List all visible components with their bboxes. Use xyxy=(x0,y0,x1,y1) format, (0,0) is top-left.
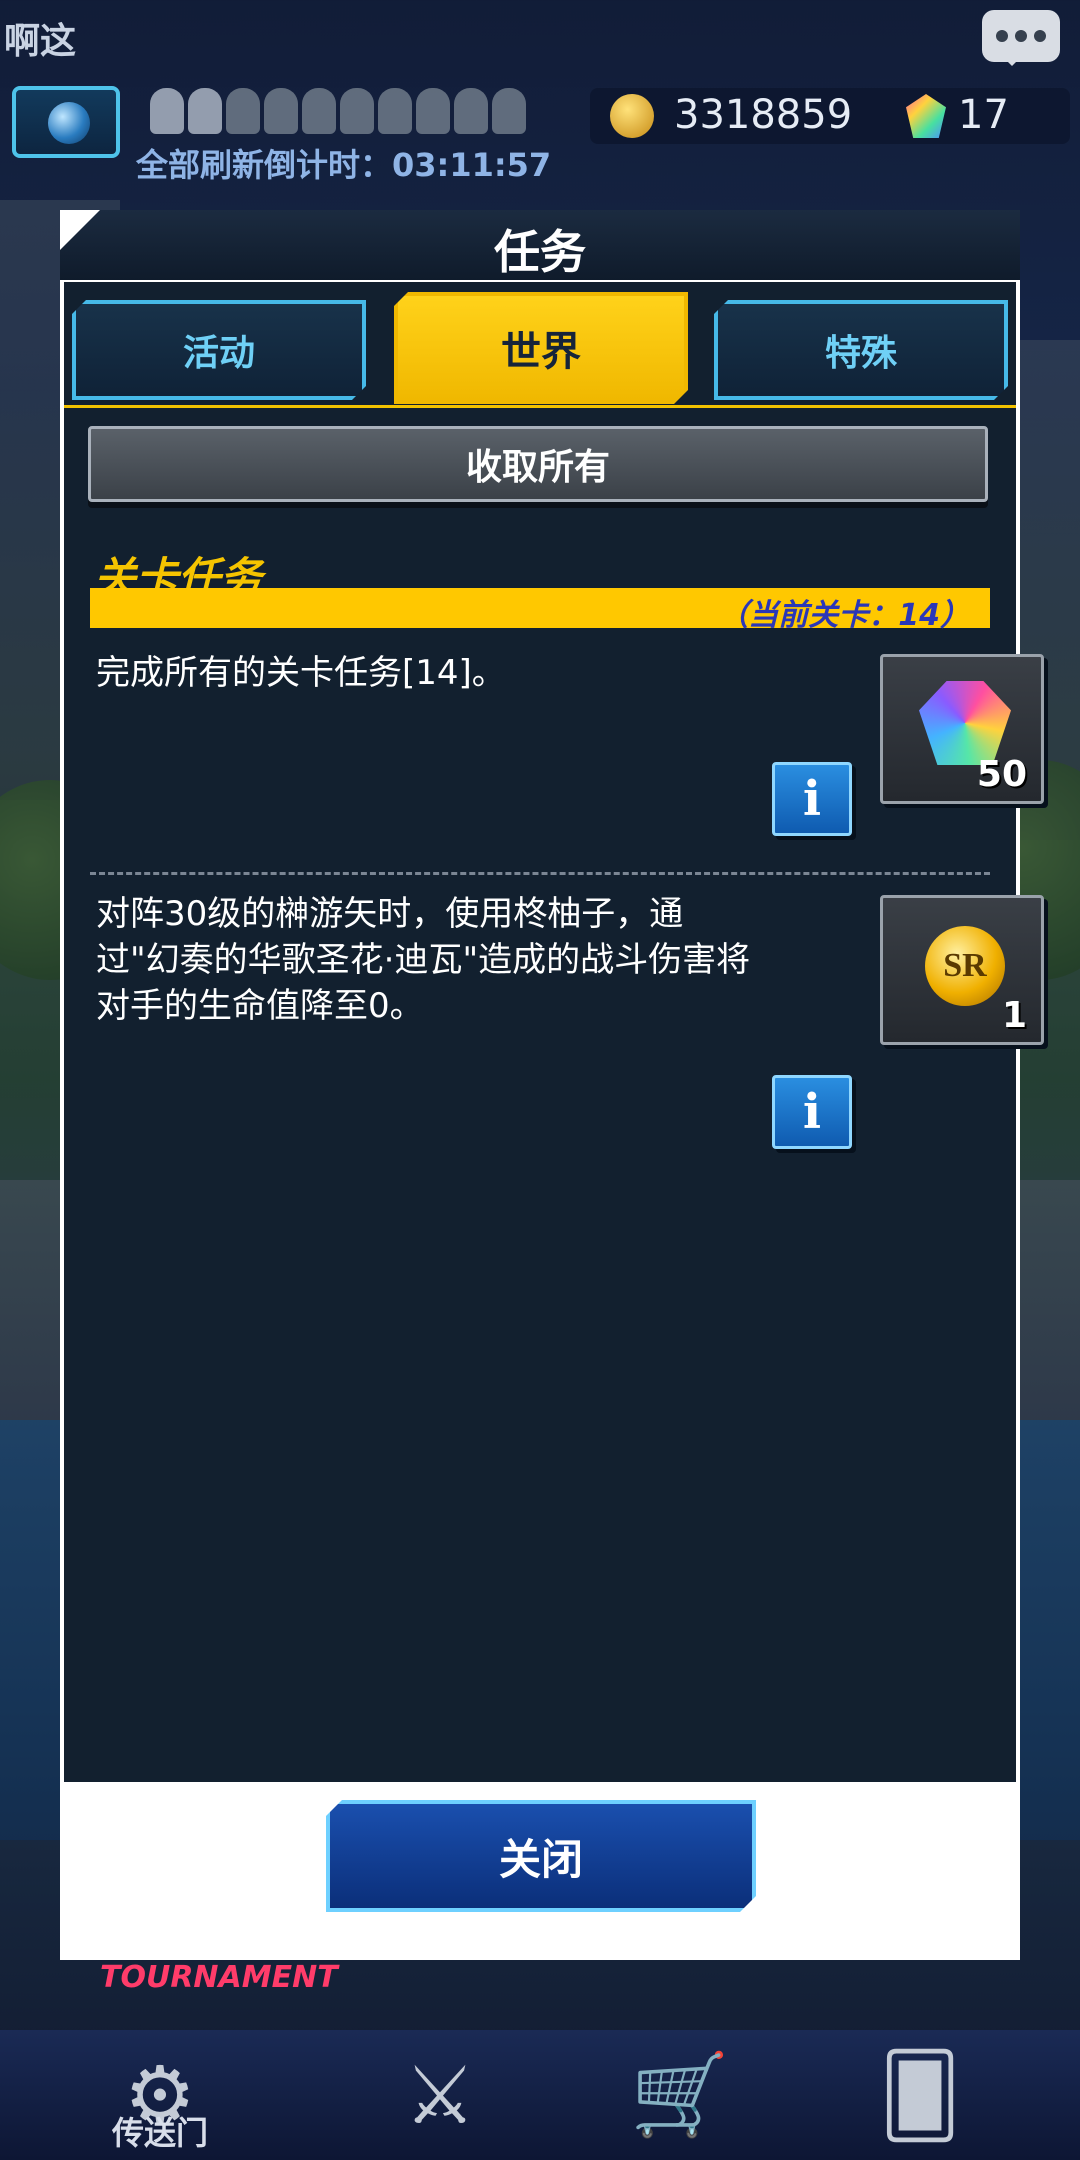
member-avatar xyxy=(226,88,260,134)
nav-portal-label: 传送门 xyxy=(111,2114,208,2152)
dialog-title-bar: 任务 xyxy=(60,210,1020,280)
room-members xyxy=(150,88,526,134)
info-icon[interactable]: i xyxy=(772,762,852,836)
tab-event[interactable]: 活动 xyxy=(72,300,366,400)
dialog-body: 活动 世界 特殊 收取所有 关卡任务 （当前关卡：14） 完成所有的关卡任务[1… xyxy=(64,282,1044,1782)
mission-item: 完成所有的关卡任务[14]。 i 50 xyxy=(90,642,1044,862)
missions-dialog: 任务 活动 世界 特殊 收取所有 关卡任务 （当前关卡：14） 完成所有的关卡任… xyxy=(60,210,1044,1960)
section-bar: （当前关卡：14） xyxy=(90,588,990,633)
info-icon[interactable]: i xyxy=(772,1075,852,1149)
refresh-countdown: 全部刷新倒计时：03:11:57 xyxy=(136,146,552,184)
mission-description: 完成所有的关卡任务[14]。 xyxy=(96,653,506,693)
member-avatar xyxy=(416,88,450,134)
reward-quantity: 50 xyxy=(976,754,1027,795)
member-avatar xyxy=(150,88,184,134)
gem-amount: 17 xyxy=(958,92,1009,138)
globe-icon[interactable] xyxy=(12,86,120,158)
tab-special[interactable]: 特殊 xyxy=(714,300,1008,400)
member-avatar xyxy=(264,88,298,134)
reward-slot[interactable]: SR 1 xyxy=(880,895,1044,1045)
duel-icon: ⚔ xyxy=(404,2048,476,2142)
member-avatar xyxy=(492,88,526,134)
chat-icon[interactable] xyxy=(982,10,1060,66)
collect-all-button[interactable]: 收取所有 xyxy=(88,426,988,502)
gold-coin-icon xyxy=(610,94,654,138)
gem-icon xyxy=(906,94,946,138)
tournament-label: TOURNAMENT xyxy=(100,1960,338,1995)
sr-ticket-icon: SR xyxy=(925,926,1005,1006)
nav-portal[interactable]: ⚙ 传送门 xyxy=(40,2030,280,2160)
deck-icon: 🂠 xyxy=(879,2048,961,2142)
member-avatar xyxy=(302,88,336,134)
mission-item: 对阵30级的榊游矢时，使用柊柚子，通过"幻奏的华歌圣花·迪瓦"造成的战斗伤害将对… xyxy=(90,872,1044,1162)
player-name: 啊这 xyxy=(4,21,77,62)
bottom-nav: ⚙ 传送门 ⚔ 🛒 🂠 xyxy=(0,2030,1080,2160)
mission-description: 对阵30级的榊游矢时，使用柊柚子，通过"幻奏的华歌圣花·迪瓦"造成的战斗伤害将对… xyxy=(96,894,751,1026)
member-avatar xyxy=(454,88,488,134)
top-bar: 啊这 全部刷新倒计时：03:11:57 3318859 17 xyxy=(0,0,1080,184)
reward-quantity: 1 xyxy=(1001,995,1027,1036)
mission-tabs: 活动 世界 特殊 xyxy=(64,288,1016,408)
member-avatar xyxy=(378,88,412,134)
nav-deck[interactable]: 🂠 xyxy=(800,2030,1040,2160)
member-avatar xyxy=(340,88,374,134)
gold-amount: 3318859 xyxy=(674,92,853,138)
nav-shop[interactable]: 🛒 xyxy=(560,2030,800,2160)
shop-icon: 🛒 xyxy=(630,2048,730,2141)
member-avatar xyxy=(188,88,222,134)
tab-world[interactable]: 世界 xyxy=(394,292,688,404)
currency-panel: 3318859 17 xyxy=(590,88,1070,144)
reward-slot[interactable]: 50 xyxy=(880,654,1044,804)
current-stage: （当前关卡：14） xyxy=(718,598,970,633)
close-button[interactable]: 关闭 xyxy=(326,1800,756,1912)
gem-icon xyxy=(919,681,1011,765)
nav-duel[interactable]: ⚔ xyxy=(320,2030,560,2160)
dialog-title: 任务 xyxy=(494,225,586,279)
